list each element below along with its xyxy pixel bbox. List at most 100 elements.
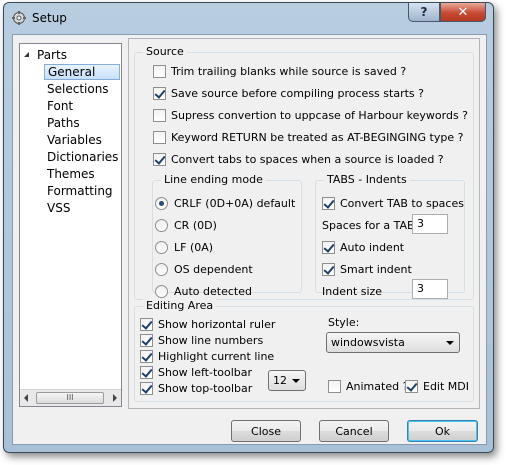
checkbox-convert-tab[interactable] (322, 196, 335, 210)
radio-cr[interactable] (155, 218, 168, 232)
tree-item-paths[interactable]: Paths (44, 115, 83, 131)
collapse-triangle-icon[interactable] (23, 51, 32, 60)
checkbox-horizontal-ruler[interactable] (140, 317, 153, 331)
tree-root[interactable]: Parts (23, 47, 67, 63)
tree-item-formatting[interactable]: Formatting (44, 183, 116, 199)
app-icon (12, 11, 26, 25)
radio-label: OS dependent (174, 262, 253, 276)
checkbox-trim-trailing-blanks[interactable] (153, 64, 166, 78)
line-ending-auto[interactable]: Auto detected (155, 283, 252, 299)
option-label: Edit MDI (423, 379, 470, 393)
checkbox-line-numbers[interactable] (140, 333, 153, 347)
tree-item-vss[interactable]: VSS (44, 200, 73, 216)
convert-tab-option[interactable]: Convert TAB to spaces (322, 195, 464, 211)
style-select[interactable]: windowsvista (326, 332, 460, 353)
indent-size-label: Indent size (322, 284, 383, 298)
smart-indent-option[interactable]: Smart indent (322, 261, 412, 277)
auto-indent-option[interactable]: Auto indent (322, 239, 404, 255)
radio-os-dependent[interactable] (155, 262, 168, 276)
tree-item-dictionaries[interactable]: Dictionaries (44, 149, 121, 165)
checkbox-top-toolbar[interactable] (140, 381, 153, 395)
option-label: Show top-toolbar (158, 381, 253, 395)
checkbox-left-toolbar[interactable] (140, 365, 153, 379)
checkbox-smart-indent[interactable] (322, 262, 335, 276)
option-label: Convert TAB to spaces (340, 196, 464, 210)
show-horizontal-ruler-option[interactable]: Show horizontal ruler (140, 316, 275, 332)
style-value: windowsvista (331, 336, 405, 349)
checkbox-convert-tabs-on-load[interactable] (153, 152, 166, 166)
option-label: Trim trailing blanks while source is sav… (171, 64, 407, 78)
show-left-toolbar-option[interactable]: Show left-toolbar (140, 364, 252, 380)
tree-item-variables[interactable]: Variables (44, 132, 105, 148)
line-ending-group: Line ending mode CRLF (0D+0A) default CR… (152, 173, 302, 298)
keyword-return-option[interactable]: Keyword RETURN be treated as AT-BEGINGIN… (153, 129, 463, 145)
parts-tree[interactable]: Parts General Selections Font Paths Vari… (19, 43, 122, 407)
close-button[interactable]: Close (231, 420, 301, 442)
radio-label: LF (0A) (174, 240, 214, 254)
source-group-title: Source (143, 45, 187, 58)
close-window-button[interactable]: ✕ (440, 3, 486, 22)
toolbar-size-value: 12 (273, 374, 287, 387)
option-label: Smart indent (340, 262, 412, 276)
trim-trailing-blanks-option[interactable]: Trim trailing blanks while source is sav… (153, 63, 406, 79)
chevron-down-icon (292, 379, 300, 383)
checkbox-edit-mdi[interactable] (405, 379, 418, 393)
line-ending-cr[interactable]: CR (0D) (155, 217, 217, 233)
option-label: Keyword RETURN be treated as AT-BEGINGIN… (171, 130, 464, 144)
cancel-button[interactable]: Cancel (319, 420, 389, 442)
scroll-thumb[interactable]: III (36, 392, 104, 404)
radio-auto-detected[interactable] (155, 284, 168, 298)
indent-size-input[interactable]: 3 (412, 279, 448, 299)
tree-horizontal-scrollbar[interactable]: III (20, 389, 121, 406)
radio-label: Auto detected (174, 284, 252, 298)
tabs-indents-title: TABS - Indents (324, 173, 410, 186)
suppress-uppercase-option[interactable]: Supress convertion to uppcase of Harbour… (153, 107, 468, 123)
title-bar[interactable]: Setup ? ✕ (4, 3, 493, 31)
line-ending-os[interactable]: OS dependent (155, 261, 253, 277)
tree-item-selections[interactable]: Selections (44, 81, 112, 97)
checkbox-auto-indent[interactable] (322, 240, 335, 254)
checkbox-keyword-return[interactable] (153, 130, 166, 144)
toolbar-size-select[interactable]: 12 (268, 370, 306, 391)
editing-area-title: Editing Area (143, 299, 217, 312)
edit-mdi-option[interactable]: Edit MDI (405, 378, 469, 394)
style-label: Style: (328, 315, 360, 329)
ok-button[interactable]: Ok (407, 420, 478, 442)
checkbox-animated[interactable] (328, 379, 341, 393)
option-label: Show line numbers (158, 333, 264, 347)
checkbox-highlight-line[interactable] (140, 349, 153, 363)
checkbox-save-before-compile[interactable] (153, 86, 166, 100)
help-button[interactable]: ? (408, 3, 440, 22)
radio-crlf[interactable] (155, 196, 168, 210)
radio-lf[interactable] (155, 240, 168, 254)
option-label: Show horizontal ruler (158, 317, 276, 331)
chevron-down-icon (446, 341, 454, 345)
spaces-for-tab-input[interactable]: 3 (412, 214, 448, 234)
source-group: Source Trim trailing blanks while source… (134, 45, 474, 300)
window-title: Setup (32, 11, 67, 25)
highlight-current-line-option[interactable]: Highlight current line (140, 348, 274, 364)
save-before-compile-option[interactable]: Save source before compiling process sta… (153, 85, 424, 101)
scroll-left-arrow-icon[interactable] (24, 394, 28, 402)
line-ending-lf[interactable]: LF (0A) (155, 239, 213, 255)
scroll-right-arrow-icon[interactable] (113, 394, 117, 402)
show-top-toolbar-option[interactable]: Show top-toolbar (140, 380, 252, 396)
tabs-indents-group: TABS - Indents Convert TAB to spaces Spa… (315, 173, 465, 299)
setup-window: Setup ? ✕ Parts General Selections Font … (3, 2, 494, 453)
option-label: Highlight current line (158, 349, 275, 363)
animated-option[interactable]: Animated ? (328, 378, 408, 394)
radio-label: CR (0D) (174, 218, 217, 232)
convert-tabs-on-load-option[interactable]: Convert tabs to spaces when a source is … (153, 151, 444, 167)
line-ending-crlf[interactable]: CRLF (0D+0A) default (155, 195, 295, 211)
tree-item-themes[interactable]: Themes (44, 166, 98, 182)
spaces-for-tab-label: Spaces for a TAB (322, 218, 415, 232)
option-label: Supress convertion to uppcase of Harbour… (171, 108, 469, 122)
option-label: Animated ? (346, 379, 409, 393)
checkbox-suppress-uppercase[interactable] (153, 108, 166, 122)
tree-item-general[interactable]: General (44, 64, 120, 80)
option-label: Show left-toolbar (158, 365, 253, 379)
option-label: Auto indent (340, 240, 405, 254)
tree-item-font[interactable]: Font (44, 98, 76, 114)
show-line-numbers-option[interactable]: Show line numbers (140, 332, 263, 348)
line-ending-title: Line ending mode (161, 173, 266, 186)
